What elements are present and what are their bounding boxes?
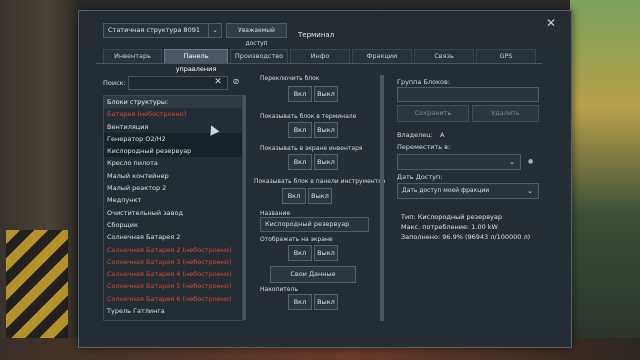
controls-scrollbar[interactable]	[380, 75, 384, 321]
close-icon[interactable]: ✕	[545, 17, 557, 29]
show-on-inventory-on-button[interactable]: Вкл	[288, 154, 312, 170]
list-item[interactable]: Батарея (небостроено)	[104, 108, 242, 120]
transfer-select[interactable]: ⌄	[397, 154, 521, 170]
list-item[interactable]: Генератор O2/H2	[104, 132, 242, 146]
list-item[interactable]: Очистительный завод	[104, 207, 242, 219]
show-in-toolbar-off-button[interactable]: Выкл	[308, 188, 332, 204]
chevron-down-icon: ⌄	[509, 158, 515, 166]
close-icon[interactable]: ✕	[212, 76, 224, 88]
owner-label: Владелец:	[397, 131, 433, 139]
group-label: Группа Блоков:	[397, 78, 450, 86]
list-item[interactable]: Солнечная Батарея 5 (небостроено)	[104, 280, 242, 292]
toggle-block-label: Переключить блок	[260, 75, 320, 82]
block-info-filled: Заполнено: 96.9% (96943 л/100000 л)	[401, 233, 531, 241]
share-label: Дать Доступ:	[397, 173, 443, 181]
list-item[interactable]: Сборщик	[104, 219, 242, 231]
tab-info[interactable]: Инфо	[290, 49, 350, 64]
show-on-inventory-off-button[interactable]: Выкл	[314, 154, 338, 170]
block-info-power: Макс. потребление: 1.00 kW	[401, 223, 498, 231]
stockpile-off-button[interactable]: Выкл	[314, 294, 338, 310]
list-item[interactable]: Малый реактор 2	[104, 182, 242, 194]
name-input[interactable]: Кислородный резервуар	[260, 217, 369, 232]
name-input-value: Кислородный резервуар	[265, 220, 350, 228]
toggle-block-on-button[interactable]: Вкл	[288, 86, 312, 102]
tab-inventory[interactable]: Инвентарь	[103, 49, 162, 64]
share-select-value: Дать доступ моей фракции	[402, 187, 490, 194]
chevron-down-icon: ⌄	[208, 24, 221, 37]
list-item[interactable]: Кресло пилота	[104, 157, 242, 169]
list-item[interactable]: Солнечная Батарея 4 (небостроено)	[104, 268, 242, 280]
tab-factions[interactable]: Фракции	[352, 49, 412, 64]
delete-group-button[interactable]: Удалить	[472, 105, 539, 122]
tab-production[interactable]: Производство	[230, 49, 288, 64]
list-item: Блоки структуры:	[104, 96, 242, 109]
game-background-right	[570, 0, 640, 360]
grid-select-value: Статичная структура 8091	[108, 26, 200, 34]
list-item[interactable]: Кислородный резервуар	[104, 145, 242, 158]
show-on-inventory-label: Показывать в экране инвентаря	[260, 145, 363, 152]
stockpile-label: Накопитель	[260, 286, 298, 293]
show-on-hud-label: Отображать на экране	[260, 236, 333, 243]
list-item[interactable]: Турель Гатлинга	[104, 305, 242, 317]
eye-slash-icon[interactable]: ⊘	[230, 76, 242, 88]
list-item[interactable]: Солнечная Батарея 2 (небостроено)	[104, 244, 242, 256]
block-info-type: Тип: Кислородный резервуар	[401, 213, 503, 221]
chevron-down-icon: ⌄	[527, 187, 533, 195]
list-item[interactable]: Медпункт	[104, 194, 242, 206]
toggle-block-off-button[interactable]: Выкл	[314, 86, 338, 102]
transfer-confirm-icon[interactable]: ●	[528, 158, 533, 165]
hazard-stripes	[6, 230, 68, 340]
custom-data-button[interactable]: Свои Данные	[270, 266, 356, 283]
list-item[interactable]: Солнечная Батарея 6 (небостроено)	[104, 293, 242, 305]
tab-control-panel[interactable]: Панель управления	[164, 49, 228, 73]
stockpile-on-button[interactable]: Вкл	[288, 294, 312, 310]
share-access-button[interactable]: Уважаемый доступ	[226, 23, 287, 47]
tabs-divider	[96, 63, 542, 64]
list-item[interactable]: Вентиляция	[104, 121, 242, 133]
owner-value: A	[440, 131, 445, 139]
show-in-terminal-off-button[interactable]: Выкл	[314, 122, 338, 138]
tab-comms[interactable]: Связь	[414, 49, 474, 64]
block-list: Блоки структуры: Батарея (небостроено) В…	[103, 95, 243, 321]
grid-select[interactable]: Статичная структура 8091 ⌄	[103, 23, 222, 38]
list-item[interactable]: Солнечная Батарея 2	[104, 231, 242, 243]
search-label: Поиск:	[103, 79, 126, 87]
share-select[interactable]: Дать доступ моей фракции ⌄	[397, 183, 539, 199]
save-group-button[interactable]: Сохранить	[397, 105, 469, 122]
tab-gps[interactable]: GPS	[476, 49, 536, 64]
show-on-hud-on-button[interactable]: Вкл	[288, 245, 312, 261]
group-input[interactable]	[397, 87, 539, 102]
show-in-terminal-label: Показывать блок в терминале	[260, 113, 357, 120]
list-item[interactable]: Солнечная Батарея 3 (небостроено)	[104, 256, 242, 268]
show-in-toolbar-on-button[interactable]: Вкл	[282, 188, 306, 204]
name-label: Название	[260, 210, 291, 217]
transfer-label: Переместить в:	[397, 143, 451, 151]
show-in-terminal-on-button[interactable]: Вкл	[288, 122, 312, 138]
show-in-toolbar-label: Показывать блок в панели инструментов	[254, 178, 386, 185]
block-list-scrollbar[interactable]	[243, 95, 246, 320]
list-item[interactable]: Малый контейнер	[104, 170, 242, 182]
show-on-hud-off-button[interactable]: Выкл	[314, 245, 338, 261]
block-info: Тип: Кислородный резервуар Макс. потребл…	[401, 212, 530, 242]
window-title: Терминал	[298, 31, 335, 39]
